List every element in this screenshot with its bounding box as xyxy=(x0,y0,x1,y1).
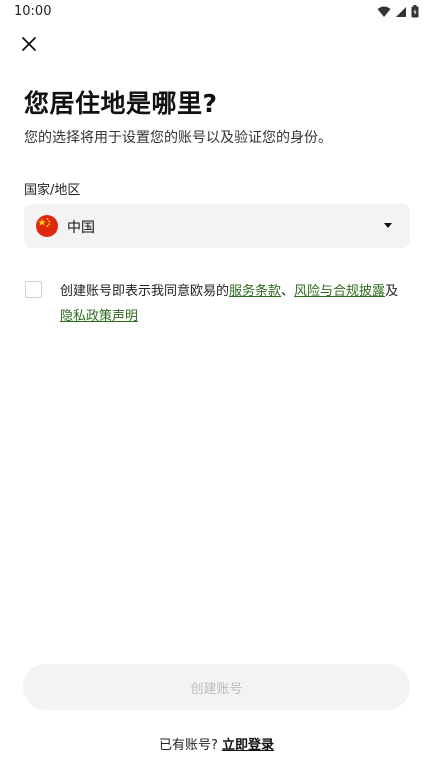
status-icons xyxy=(377,5,419,18)
login-link[interactable]: 立即登录 xyxy=(222,738,274,753)
login-prompt: 已有账号? xyxy=(159,738,218,753)
china-flag-icon xyxy=(36,215,58,237)
terms-of-service-link[interactable]: 服务条款 xyxy=(229,284,281,299)
battery-icon xyxy=(411,5,419,18)
close-icon xyxy=(22,37,36,51)
country-select-value: 中国 xyxy=(67,220,95,236)
caret-down-icon xyxy=(384,223,392,228)
status-time: 10:00 xyxy=(14,4,52,19)
page-subtitle: 您的选择将用于设置您的账号以及验证您的身份。 xyxy=(24,130,332,146)
page-title: 您居住地是哪里? xyxy=(24,89,218,118)
terms-and: 及 xyxy=(385,284,399,299)
country-field-label: 国家/地区 xyxy=(24,183,81,198)
terms-prefix: 创建账号即表示我同意欧易的 xyxy=(60,284,230,299)
terms-separator: 、 xyxy=(281,284,295,299)
login-row: 已有账号? 立即登录 xyxy=(0,734,433,753)
terms-checkbox[interactable] xyxy=(25,281,42,298)
close-button[interactable] xyxy=(18,33,40,55)
create-account-button[interactable]: 创建账号 xyxy=(23,664,410,710)
terms-text: 创建账号即表示我同意欧易的服务条款、风险与合规披露及隐私政策声明 xyxy=(60,279,416,329)
status-bar: 10:00 xyxy=(0,0,433,24)
country-select[interactable]: 中国 xyxy=(24,204,410,248)
wifi-icon xyxy=(377,6,391,17)
signal-icon xyxy=(396,6,406,17)
privacy-policy-link[interactable]: 隐私政策声明 xyxy=(60,309,138,324)
risk-disclosure-link[interactable]: 风险与合规披露 xyxy=(294,284,385,299)
